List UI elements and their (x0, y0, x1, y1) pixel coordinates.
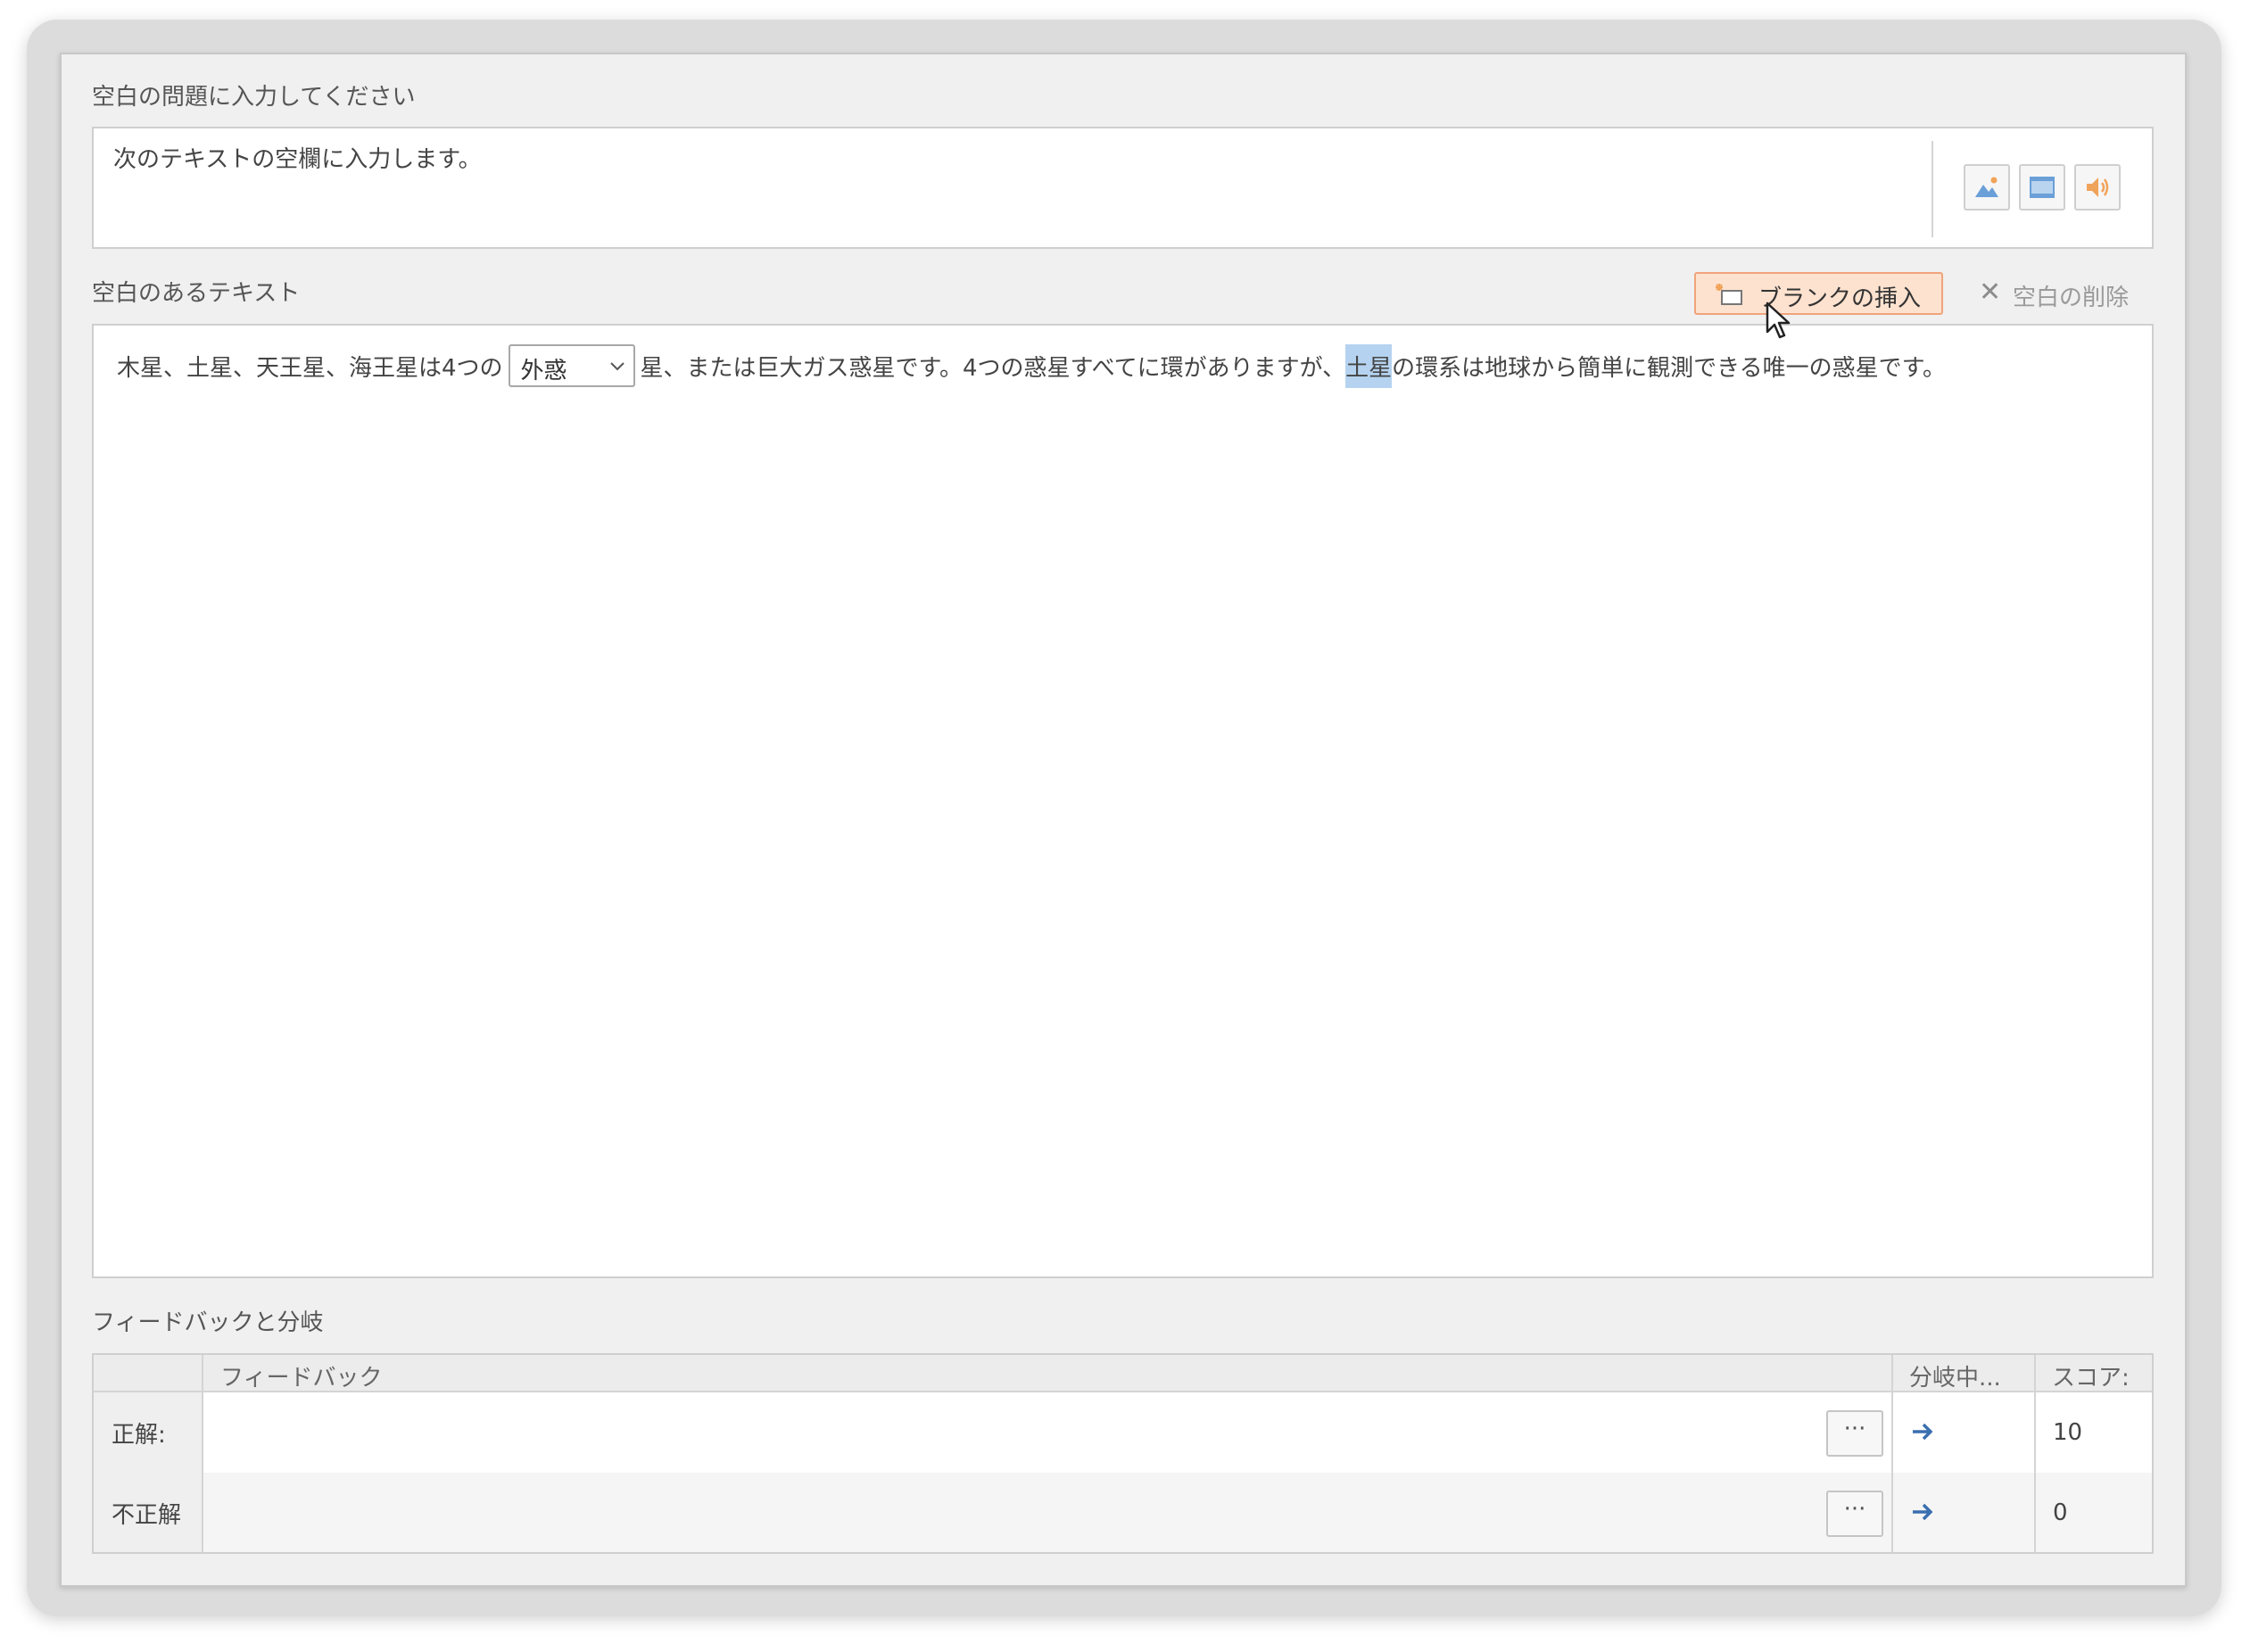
blank-sentence[interactable]: 木星、土星、天王星、海王星は4つの 外惑 星、または巨大ガス惑星です。4つの惑星… (117, 343, 1946, 388)
column-branch: 分岐中... (1909, 1365, 2001, 1392)
blank-text-editor[interactable]: 木星、土星、天王星、海王星は4つの 外惑 星、または巨大ガス惑星です。4つの惑星… (92, 324, 2154, 1278)
score-value[interactable]: 0 (2053, 1499, 2068, 1526)
divider (202, 1355, 203, 1552)
blank-dropdown-value: 外惑 (520, 358, 567, 384)
sentence-middle: 星、または巨大ガス惑星です。4つの惑星すべてに環がありますが、 (640, 354, 1346, 382)
branch-arrow-icon[interactable] (1910, 1419, 1935, 1444)
row-label-cell: 不正解 (94, 1473, 202, 1552)
insert-image-button[interactable] (1964, 164, 2010, 211)
image-icon (1975, 177, 1998, 197)
table-row: 不正解 ··· 0 (94, 1473, 2152, 1552)
sentence-before: 木星、土星、天王星、海王星は4つの (117, 354, 503, 382)
mouse-cursor-icon (1766, 301, 1791, 339)
audio-icon (2087, 178, 2109, 197)
insert-blank-icon (1716, 284, 1742, 305)
blank-dropdown[interactable]: 外惑 (508, 344, 635, 387)
insert-audio-button[interactable] (2074, 164, 2121, 211)
question-text[interactable]: 次のテキストの空欄に入力します。 (113, 141, 482, 174)
insert-blank-button[interactable]: ブランクの挿入 (1694, 272, 1943, 315)
video-icon (2030, 177, 2055, 198)
delete-blank-label: 空白の削除 (2013, 285, 2130, 311)
chevron-down-icon (609, 362, 625, 371)
table-row: 正解: ··· 10 (94, 1392, 2152, 1473)
row-label: 正解: (112, 1422, 166, 1449)
column-feedback: フィードバック (220, 1365, 383, 1392)
feedback-table: フィードバック 分岐中... スコア: 正解: ··· 10 不正解 ··· 0 (92, 1353, 2154, 1554)
column-score: スコア: (2052, 1365, 2130, 1392)
close-icon: ✕ (1979, 277, 2002, 308)
divider (1891, 1355, 1893, 1552)
divider (1932, 141, 1933, 237)
question-input[interactable]: 次のテキストの空欄に入力します。 (92, 127, 2154, 249)
feedback-edit-button[interactable]: ··· (1826, 1410, 1883, 1457)
feedback-section-label: フィードバックと分岐 (92, 1309, 324, 1336)
insert-video-button[interactable] (2019, 164, 2065, 211)
row-label-cell: 正解: (94, 1392, 202, 1473)
divider (2034, 1355, 2036, 1552)
sentence-after: の環系は地球から簡単に観測できる唯一の惑星です。 (1392, 354, 1947, 382)
table-header: フィードバック 分岐中... スコア: (94, 1355, 2152, 1392)
feedback-edit-button[interactable]: ··· (1826, 1491, 1883, 1537)
text-section-label: 空白のあるテキスト (92, 280, 301, 307)
question-section-label: 空白の問題に入力してください (92, 84, 416, 111)
row-label: 不正解 (112, 1502, 182, 1529)
delete-blank-button[interactable]: ✕ 空白の削除 (1979, 274, 2139, 313)
score-value[interactable]: 10 (2053, 1419, 2082, 1446)
branch-arrow-icon[interactable] (1910, 1499, 1935, 1524)
selected-word[interactable]: 土星 (1345, 343, 1393, 388)
